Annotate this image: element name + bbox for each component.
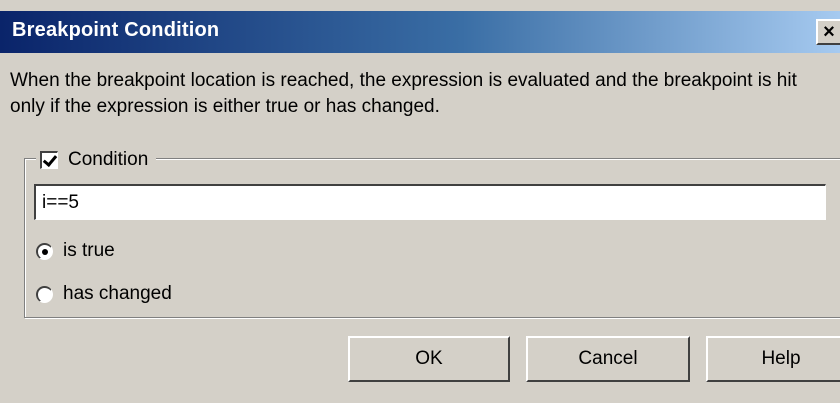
option-has-changed[interactable]: has changed <box>36 281 172 307</box>
condition-label: Condition <box>68 149 149 170</box>
condition-checkbox-row[interactable]: Condition <box>36 147 157 173</box>
has-changed-radio[interactable] <box>36 285 53 303</box>
help-button[interactable]: Help <box>706 336 840 382</box>
option-is-true[interactable]: is true <box>36 238 115 264</box>
condition-input[interactable] <box>34 184 826 220</box>
title-bar[interactable]: Breakpoint Condition × <box>0 11 840 53</box>
is-true-label: is true <box>63 240 115 261</box>
breakpoint-condition-dialog: Breakpoint Condition × When the breakpoi… <box>0 0 840 403</box>
close-button[interactable]: × <box>816 19 840 45</box>
window-title: Breakpoint Condition <box>12 19 220 41</box>
cancel-button[interactable]: Cancel <box>526 336 690 382</box>
is-true-radio[interactable] <box>36 242 53 260</box>
condition-checkbox[interactable] <box>40 151 58 169</box>
has-changed-label: has changed <box>63 283 172 304</box>
close-icon: × <box>823 21 835 43</box>
description-text: When the breakpoint location is reached,… <box>10 70 797 117</box>
ok-button[interactable]: OK <box>348 336 510 382</box>
